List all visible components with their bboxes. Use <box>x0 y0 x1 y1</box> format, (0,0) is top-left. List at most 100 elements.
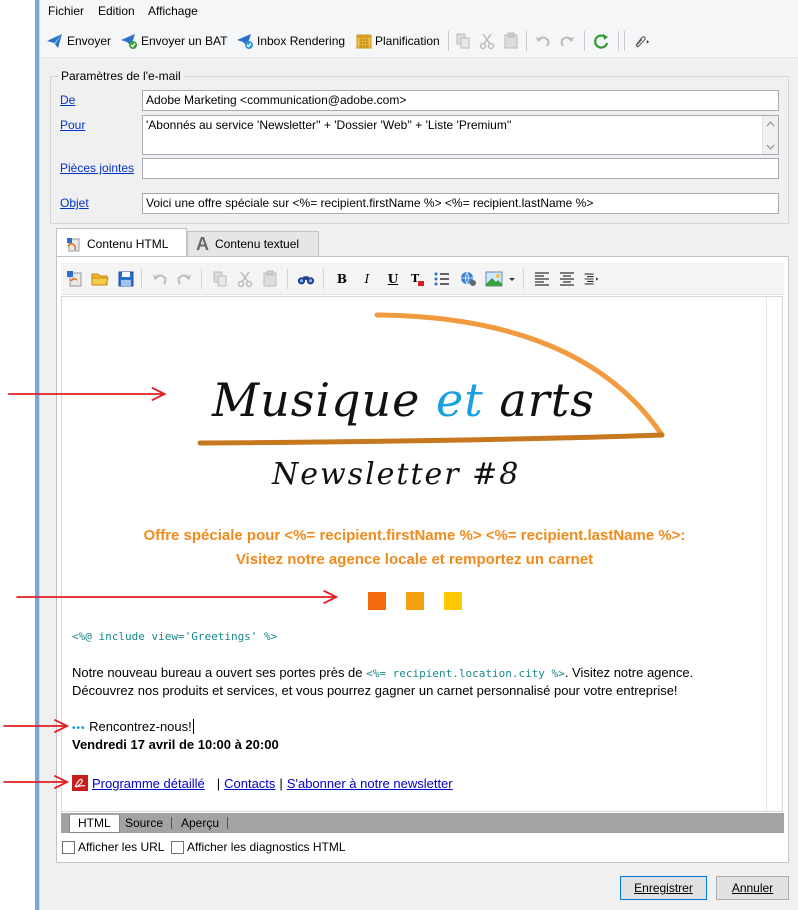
to-field-scrollbar[interactable] <box>762 116 778 154</box>
body-line-1-start: Notre nouveau bureau a ouvert ses portes… <box>72 665 367 680</box>
redo-icon[interactable] <box>175 270 193 288</box>
yellow-square <box>444 592 462 610</box>
open-folder-icon[interactable] <box>91 270 109 288</box>
copy-icon[interactable] <box>211 270 229 288</box>
tab-html-content[interactable]: Contenu HTML <box>56 228 187 258</box>
tab-text-content[interactable]: A Contenu textuel <box>187 231 319 256</box>
newsletter-title: Newsletter #8 <box>272 457 521 492</box>
view-tab-html[interactable]: HTML <box>69 815 120 833</box>
attachments-field[interactable] <box>142 158 779 179</box>
editor-toolbar-separator <box>141 269 142 289</box>
schedule-label: Planification <box>375 34 440 48</box>
new-document-icon[interactable] <box>66 270 84 288</box>
insert-image-icon[interactable] <box>485 270 503 288</box>
cut-icon[interactable] <box>478 32 496 50</box>
menu-fichier[interactable]: Fichier <box>48 4 84 18</box>
tab-html-label: Contenu HTML <box>87 236 169 251</box>
show-urls-option[interactable]: Afficher les URL <box>62 840 164 854</box>
logo-word-et: et <box>435 373 484 427</box>
view-tab-separator <box>171 817 172 829</box>
link-separator: | <box>279 775 283 791</box>
find-binoculars-icon[interactable] <box>297 270 315 288</box>
from-link[interactable]: De <box>60 93 75 107</box>
editor-toolbar-separator <box>323 269 324 289</box>
send-bat-button[interactable]: Envoyer un BAT <box>120 32 227 50</box>
inbox-rendering-button[interactable]: Inbox Rendering <box>236 32 345 50</box>
content-scrollbar[interactable] <box>766 297 782 811</box>
editor-toolbar: B I U T <box>61 263 784 295</box>
html-content-icon <box>67 237 80 251</box>
attachments-link[interactable]: Pièces jointes <box>60 161 134 175</box>
italic-icon[interactable]: I <box>358 270 376 288</box>
offer-line-1: Offre spéciale pour <%= recipient.firstN… <box>143 527 686 544</box>
copy-icon[interactable] <box>454 32 472 50</box>
text-color-icon[interactable]: T <box>408 270 426 288</box>
include-greetings-tag: <%@ include view='Greetings' %> <box>72 630 278 643</box>
insert-link-icon[interactable] <box>459 270 477 288</box>
show-urls-checkbox[interactable] <box>62 840 75 854</box>
send-button[interactable]: Envoyer <box>46 32 111 50</box>
scroll-arrows-icon <box>766 121 775 150</box>
logo-word-musique: Musique <box>212 373 421 427</box>
show-diagnostics-checkbox[interactable] <box>171 840 184 854</box>
tab-text-label: Contenu textuel <box>215 237 300 251</box>
save-icon[interactable] <box>117 270 135 288</box>
offer-line-2: Visitez notre agence locale et remportez… <box>235 551 594 568</box>
menu-edition[interactable]: Edition <box>98 4 135 18</box>
amber-square <box>406 592 424 610</box>
send-bat-icon <box>121 34 137 49</box>
toolbar-separator <box>448 31 449 51</box>
redo-icon[interactable] <box>558 32 576 50</box>
view-tab-preview[interactable]: Aperçu <box>173 815 227 833</box>
cancel-button[interactable]: Annuler <box>716 876 789 900</box>
toolbar-separator <box>618 31 619 51</box>
from-field[interactable]: Adobe Marketing <communication@adobe.com… <box>142 90 779 111</box>
menu-affichage[interactable]: Affichage <box>148 4 198 18</box>
link-separator: | <box>216 775 221 791</box>
undo-icon[interactable] <box>534 32 552 50</box>
inbox-rendering-label: Inbox Rendering <box>257 34 346 48</box>
editor-toolbar-separator <box>201 269 202 289</box>
cut-icon[interactable] <box>236 270 254 288</box>
view-tab-separator <box>227 817 228 829</box>
send-icon <box>47 34 62 48</box>
undo-icon[interactable] <box>151 270 169 288</box>
align-left-icon[interactable] <box>533 270 551 288</box>
underline-icon[interactable]: U <box>384 270 402 288</box>
save-button[interactable]: Enregistrer <box>620 876 707 900</box>
to-link[interactable]: Pour <box>60 118 85 132</box>
callout-arrow-logo <box>8 386 167 402</box>
html-content-area[interactable]: Musique et arts Newsletter #8 Offre spéc… <box>61 296 783 812</box>
contacts-link[interactable]: Contacts <box>224 776 275 791</box>
align-right-dropdown-icon[interactable] <box>583 270 601 288</box>
schedule-button[interactable]: Planification <box>356 32 440 50</box>
subject-link[interactable]: Objet <box>60 196 89 210</box>
subject-field[interactable]: Voici une offre spéciale sur <%= recipie… <box>142 193 779 214</box>
show-diagnostics-label: Afficher les diagnostics HTML <box>187 840 346 854</box>
bold-icon[interactable]: B <box>333 270 351 288</box>
logo-text: Musique et arts <box>212 373 595 427</box>
save-button-label: Enregistrer <box>634 881 693 895</box>
logo-word-arts: arts <box>499 373 595 427</box>
cancel-button-label: Annuler <box>731 881 774 895</box>
bullet-list-icon[interactable] <box>433 270 451 288</box>
refresh-icon[interactable] <box>592 32 610 50</box>
view-tab-source[interactable]: Source <box>117 815 171 833</box>
callout-arrow-squares <box>16 589 339 605</box>
toolbar-separator <box>584 31 585 51</box>
orange-square <box>368 592 386 610</box>
image-dropdown-icon[interactable] <box>507 270 517 288</box>
attachment-icon[interactable] <box>632 32 650 50</box>
subscribe-link[interactable]: S'abonner à notre newsletter <box>287 776 453 791</box>
show-diagnostics-option[interactable]: Afficher les diagnostics HTML <box>171 840 346 854</box>
program-link[interactable]: Programme détaillé <box>92 776 205 791</box>
menu-bar: Fichier Edition Affichage <box>40 0 798 22</box>
align-center-icon[interactable] <box>558 270 576 288</box>
paste-icon[interactable] <box>502 32 520 50</box>
paste-icon[interactable] <box>261 270 279 288</box>
email-params-title: Paramètres de l'e-mail <box>58 69 184 83</box>
toolbar-separator <box>526 31 527 51</box>
to-field[interactable]: 'Abonnés au service 'Newsletter'' + 'Dos… <box>142 115 779 155</box>
inbox-rendering-icon <box>237 34 253 49</box>
send-bat-label: Envoyer un BAT <box>141 34 228 48</box>
